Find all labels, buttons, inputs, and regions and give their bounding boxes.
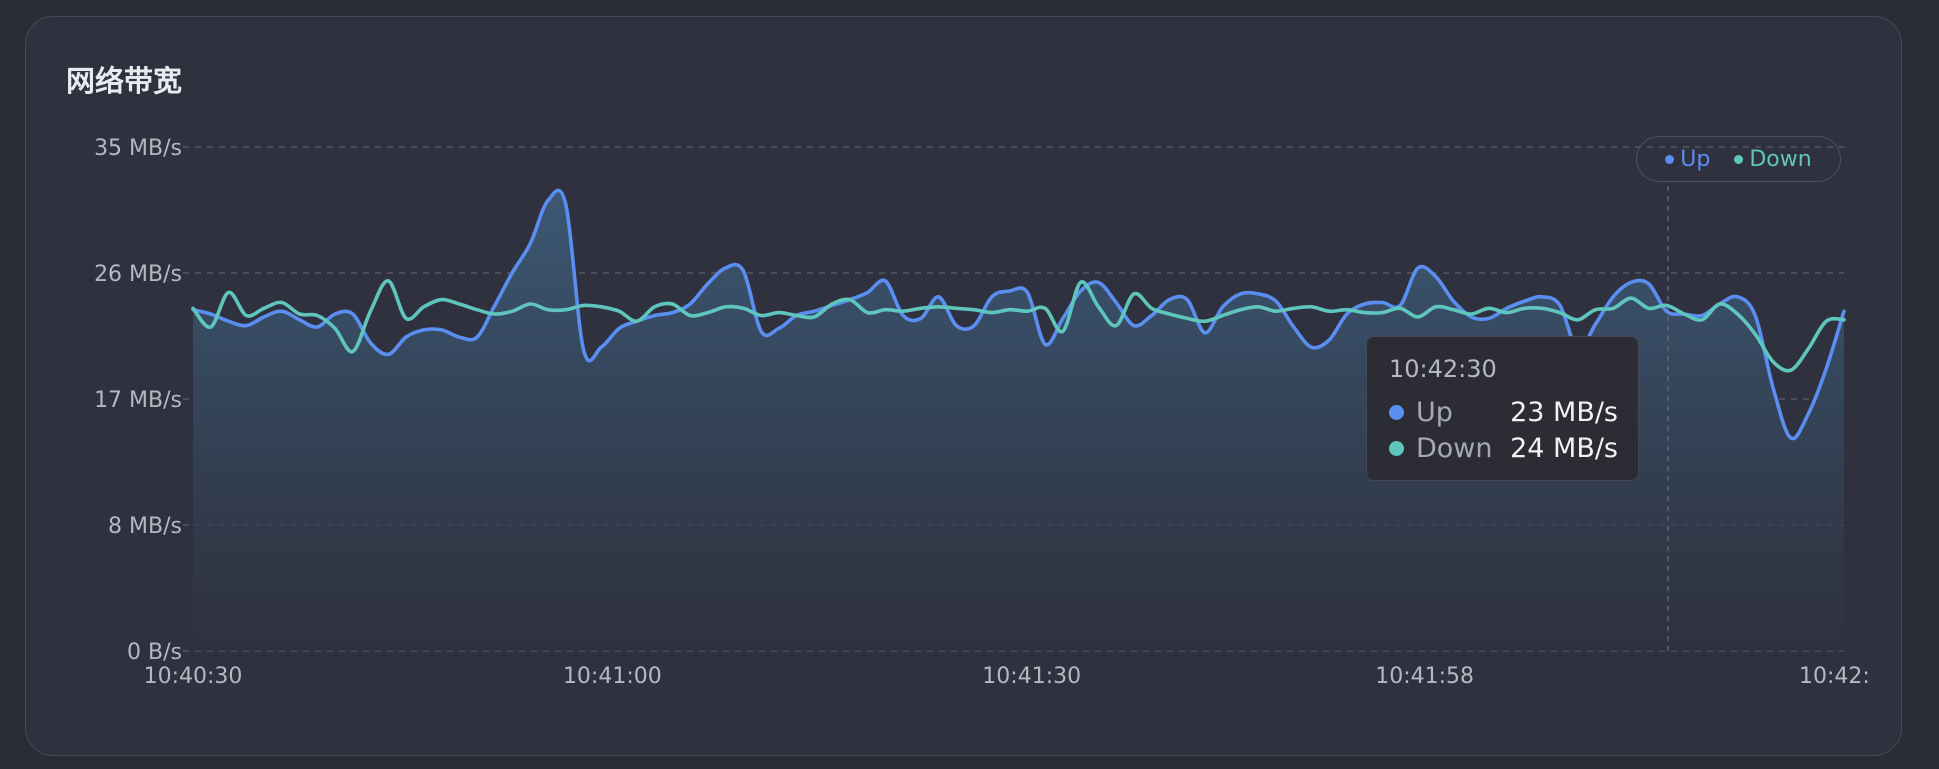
y-axis-ticks: 0 B/s 8 MB/s 17 MB/s 26 MB/s 35 MB/s [94,136,182,665]
x-tick-label: 10:41:30 [982,664,1081,689]
y-tick-label: 35 MB/s [94,136,182,161]
legend-up-dot [1665,154,1675,164]
x-tick-label: 10:42: [1799,664,1870,689]
bandwidth-chart[interactable]: 0 B/s 8 MB/s 17 MB/s 26 MB/s 35 MB/s 10:40:3… [0,0,1939,769]
chart-legend: Up Down [1636,136,1841,182]
chart-tooltip: 10:42:30 Up 23 MB/s Down 24 MB/s [1366,336,1639,481]
tooltip-down-dot [1389,440,1404,456]
tooltip-up-dot [1389,404,1404,420]
tooltip-up-label: Up [1416,396,1453,428]
tooltip-down-label: Down [1416,432,1493,464]
y-tick-label: 17 MB/s [94,388,182,413]
y-tick-label: 0 B/s [127,640,182,665]
y-tick-label: 26 MB/s [94,262,182,287]
x-axis-ticks: 10:40:30 10:41:00 10:41:30 10:41:58 10:42: [144,664,1870,689]
x-tick-label: 10:41:58 [1375,664,1474,689]
tooltip-row-up: Up 23 MB/s [1389,394,1618,430]
tooltip-up-value: 23 MB/s [1510,396,1618,428]
legend-item-up[interactable]: Up [1665,147,1710,172]
tooltip-row-down: Down 24 MB/s [1389,430,1618,466]
x-tick-label: 10:41:00 [563,664,662,689]
legend-item-down[interactable]: Down [1734,146,1812,172]
tooltip-time: 10:42:30 [1389,355,1497,383]
legend-up-label: Up [1680,146,1711,172]
legend-down-label: Down [1749,146,1812,172]
legend-down-dot [1734,154,1744,164]
x-tick-label: 10:40:30 [144,664,243,689]
tooltip-down-value: 24 MB/s [1510,432,1618,464]
y-tick-label: 8 MB/s [108,514,182,539]
